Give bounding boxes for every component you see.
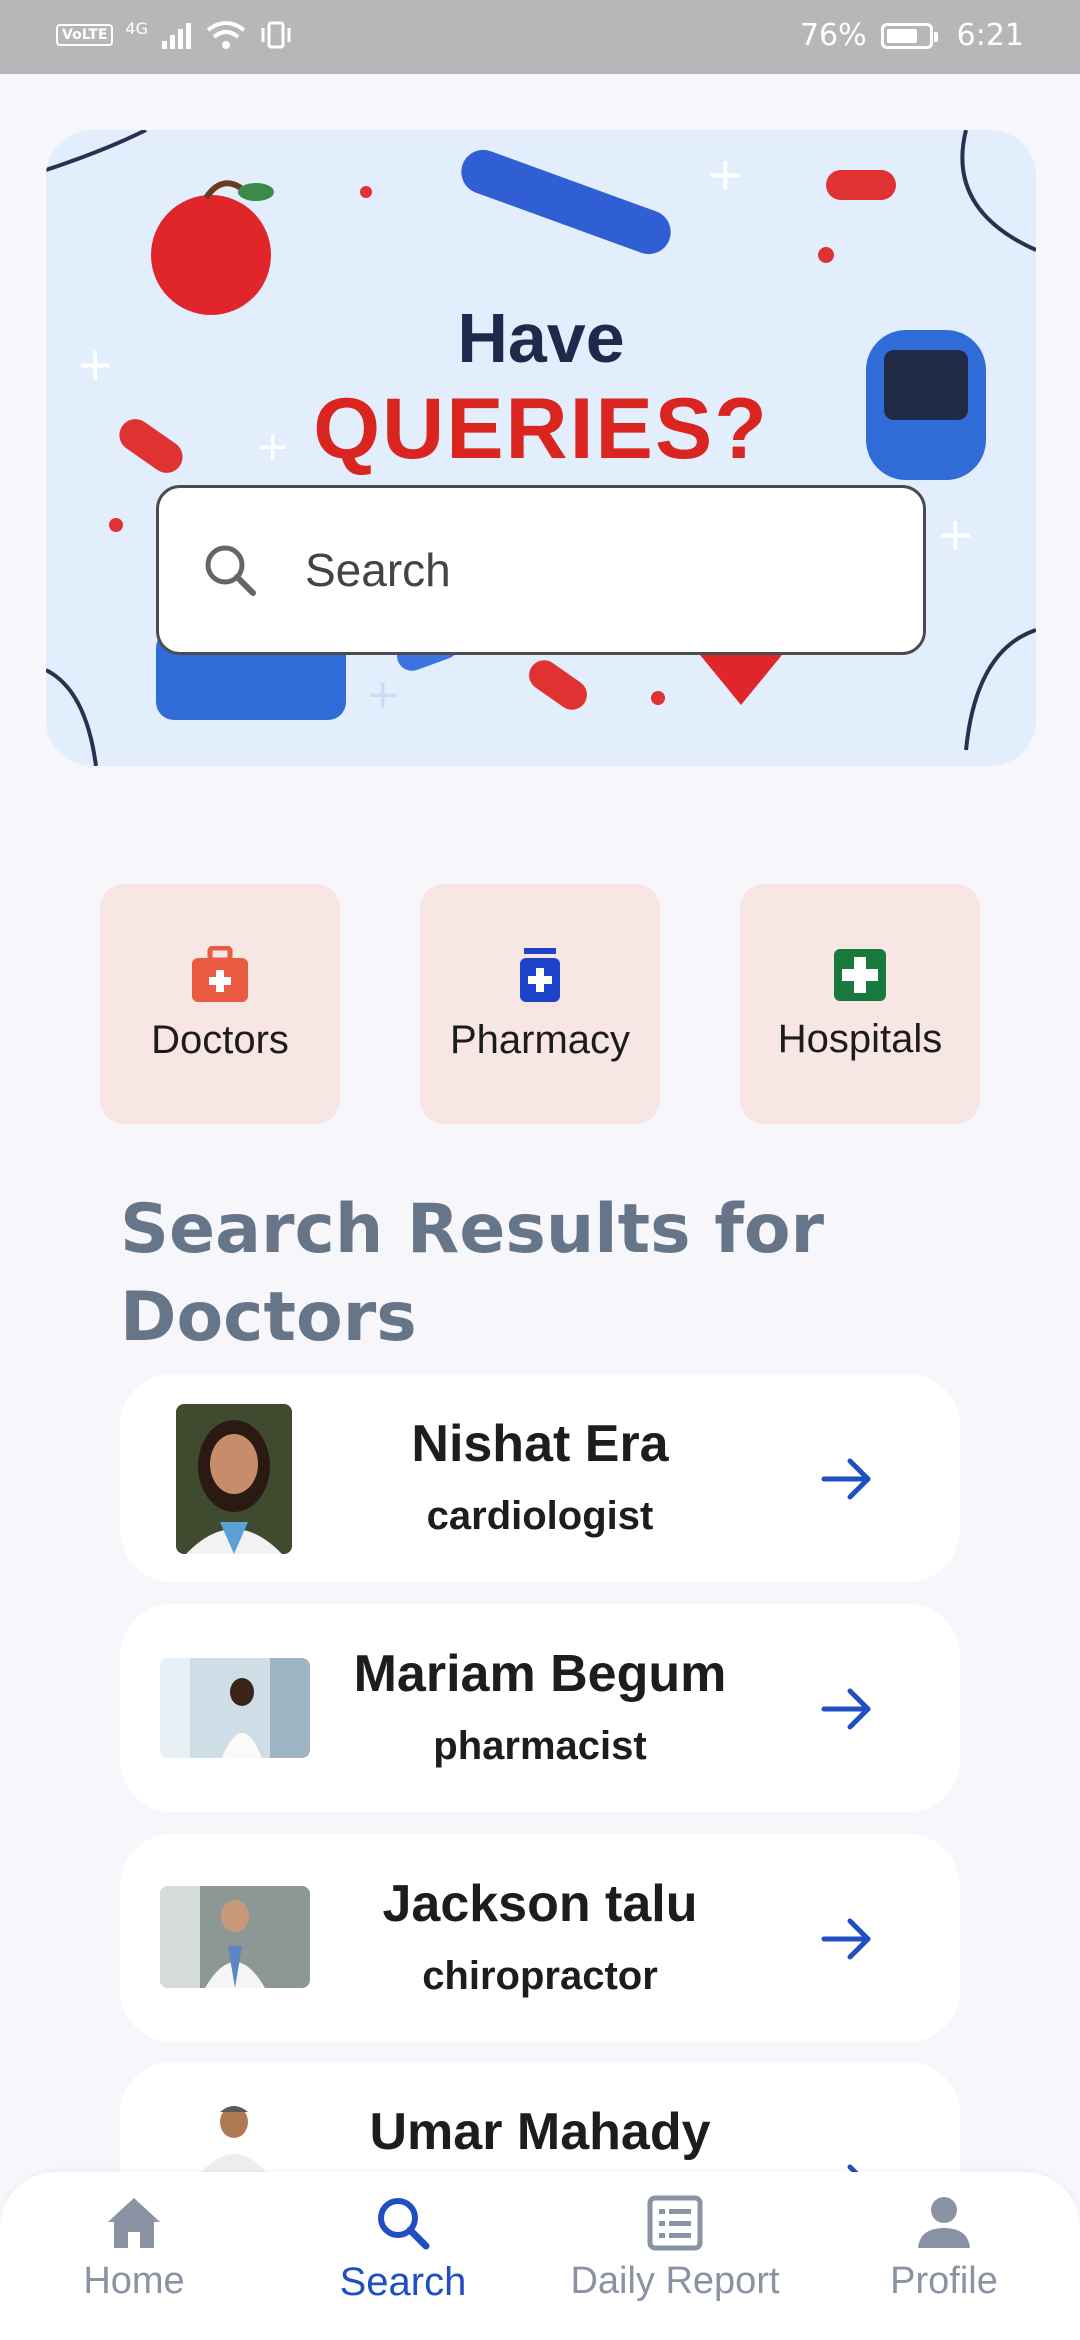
category-label: Pharmacy: [449, 1017, 631, 1062]
search-bar[interactable]: [156, 485, 926, 655]
arrow-right-icon[interactable]: [820, 1682, 874, 1736]
category-doctors-button[interactable]: Doctors: [100, 884, 340, 1124]
arrow-right-icon[interactable]: [820, 1912, 874, 1966]
vibrate-icon: [261, 21, 291, 49]
nav-profile[interactable]: Profile: [814, 2194, 1074, 2303]
battery-percent: 76%: [799, 18, 867, 53]
doctor-specialty: cardiologist: [426, 1494, 654, 1538]
nav-label: Search: [339, 2260, 467, 2304]
doctor-specialty: chiropractor: [422, 1954, 658, 1998]
network-type: 4G: [125, 18, 148, 38]
svg-text:+: +: [366, 672, 400, 718]
doctor-name: Nishat Era: [411, 1415, 669, 1473]
doctor-name: Umar Mahady: [369, 2103, 711, 2161]
hero-banner: + + + + + Have QUERIES?: [46, 130, 1036, 766]
status-bar: VoLTE 4G 76% 6:21: [0, 0, 1080, 74]
nav-search[interactable]: Search: [273, 2194, 533, 2305]
svg-text:+: +: [706, 147, 745, 201]
wifi-icon: [206, 21, 246, 49]
bottom-navigation: Home Search Daily Report Profile: [0, 2172, 1080, 2340]
nav-daily-report[interactable]: Daily Report: [545, 2194, 805, 2303]
nav-label: Home: [83, 2260, 185, 2302]
search-icon: [378, 2198, 430, 2250]
doctor-name: Mariam Begum: [353, 1645, 727, 1703]
hospital-cross-icon: [834, 948, 886, 1001]
search-results-title: Search Results for Doctors: [120, 1190, 825, 1357]
nav-label: Profile: [890, 2260, 998, 2302]
report-icon: [647, 2195, 703, 2251]
doctor-specialty: pharmacist: [433, 1724, 647, 1768]
medicine-bottle-icon: [520, 947, 560, 1002]
category-pharmacy-button[interactable]: Pharmacy: [420, 884, 660, 1124]
clock: 6:21: [956, 18, 1024, 53]
hero-title-have: Have: [457, 299, 625, 377]
volte-indicator: VoLTE: [56, 24, 114, 46]
doctor-photo: [186, 2098, 282, 2174]
profile-icon: [918, 2197, 970, 2248]
doctor-card[interactable]: Mariam Begum pharmacist: [120, 1604, 960, 1812]
signal-icon: [161, 23, 191, 49]
doctor-name: Jackson talu: [382, 1875, 698, 1933]
search-icon: [205, 545, 256, 596]
category-label: Doctors: [151, 1017, 289, 1062]
arrow-right-icon[interactable]: [820, 1452, 874, 1506]
svg-text:+: +: [936, 507, 975, 561]
category-label: Hospitals: [777, 1016, 943, 1061]
nav-label: Daily Report: [570, 2260, 780, 2302]
doctor-card[interactable]: Jackson talu chiropractor: [120, 1834, 960, 2042]
doctor-card[interactable]: Nishat Era cardiologist: [120, 1374, 960, 1582]
category-hospitals-button[interactable]: Hospitals: [740, 884, 980, 1124]
hero-title-queries: QUERIES?: [313, 381, 769, 477]
search-input[interactable]: [303, 542, 867, 598]
medical-bag-icon: [192, 945, 248, 1002]
nav-home[interactable]: Home: [4, 2194, 264, 2303]
home-icon: [108, 2198, 160, 2248]
battery-icon: [880, 22, 938, 49]
